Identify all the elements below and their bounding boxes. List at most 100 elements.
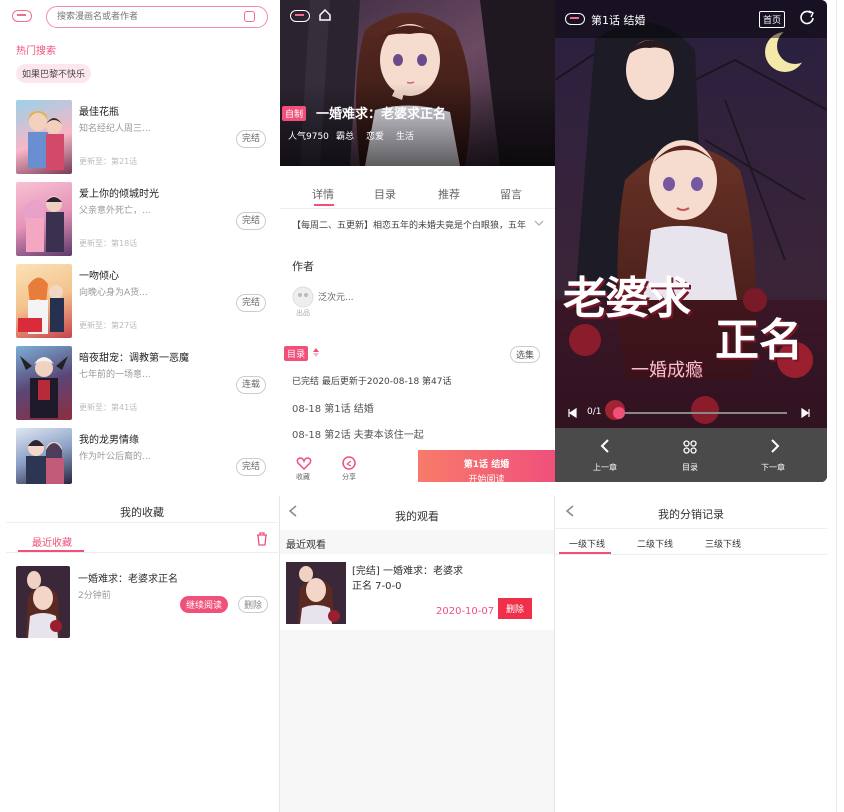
select-episode-button[interactable]: 选集 (510, 346, 541, 363)
reader-bottom-bar: 上一章 目录 下一章 (555, 428, 827, 482)
grid-icon[interactable] (683, 440, 697, 454)
author-avatar[interactable] (292, 286, 314, 308)
book-cover[interactable] (16, 566, 70, 638)
book-cover[interactable] (16, 428, 72, 484)
history-panel: 我的观看 最近观看 [完结] 一婚难求：老婆求正名 7-0-0 2020-10-… (280, 492, 554, 812)
tab-recent-favorites[interactable]: 最近收藏 (32, 534, 72, 549)
history-title[interactable]: [完结] 一婚难求：老婆求正名 7-0-0 (352, 564, 472, 594)
book-title[interactable]: 暗夜甜宠：调教第一恶魔 (79, 349, 189, 364)
original-badge: 自制 (282, 106, 307, 121)
list-item[interactable]: 爱上你的倾城时光 父亲意外死亡，... 更新至：第18话 完结 (16, 182, 272, 260)
home-icon[interactable] (318, 8, 332, 22)
favorite-title[interactable]: 一婚难求：老婆求正名 (78, 570, 178, 585)
chevron-right-icon[interactable] (769, 438, 781, 454)
genre-tag[interactable]: 霸总 (336, 129, 354, 142)
chevron-left-icon[interactable] (599, 438, 611, 454)
delete-button[interactable]: 删除 (498, 598, 533, 619)
heart-icon[interactable] (296, 456, 312, 470)
share-label[interactable]: 分享 (342, 472, 356, 482)
tab-indicator (314, 204, 334, 206)
tab-level-2[interactable]: 二级下线 (637, 537, 673, 550)
list-item[interactable]: 暗夜甜宠：调教第一恶魔 七年前的一场意... 更新至：第41话 连载 (16, 346, 272, 424)
tab-recommend[interactable]: 推荐 (438, 186, 460, 202)
book-cover[interactable] (16, 346, 72, 420)
book-updated: 更新至：第18话 (79, 239, 138, 248)
share-icon[interactable] (799, 10, 815, 26)
search-input[interactable] (57, 7, 237, 27)
book-desc: 七年前的一场意... (79, 370, 151, 380)
search-icon[interactable] (244, 11, 255, 22)
list-item[interactable]: [完结] 一婚难求：老婆求正名 7-0-0 2020-10-07 删除 (280, 554, 554, 630)
book-cover[interactable] (286, 562, 346, 624)
author-name[interactable]: 泛次元... (318, 290, 354, 303)
trash-icon[interactable] (256, 532, 268, 546)
back-icon[interactable] (290, 10, 310, 22)
chapter-title: 第1话 结婚 (591, 14, 646, 27)
book-title[interactable]: 一吻倾心 (79, 267, 119, 282)
continue-reading-button[interactable]: 继续阅读 (180, 596, 229, 613)
page-title: 我的收藏 (120, 506, 164, 519)
book-title[interactable]: 最佳花瓶 (79, 103, 119, 118)
author-heading: 作者 (292, 260, 314, 273)
book-desc: 知名经纪人周三... (79, 124, 151, 134)
skip-first-icon[interactable] (567, 408, 577, 418)
popularity: 人气9750 (288, 132, 329, 142)
sort-icon[interactable] (312, 347, 320, 357)
start-reading-chapter: 第1话 结婚 (463, 460, 510, 470)
book-status-badge[interactable]: 完结 (236, 212, 266, 230)
search-box[interactable] (46, 6, 268, 28)
tab-level-3[interactable]: 三级下线 (705, 537, 741, 550)
book-cover[interactable] (16, 182, 72, 256)
search-panel: 热门搜索 如果巴黎不快乐 最佳花瓶 知名经纪人周三... 更新至：第21话 完结… (0, 0, 280, 490)
chapter-item[interactable]: 08-18 第1话 结婚 (292, 400, 374, 415)
page-title: 我的观看 (395, 510, 439, 523)
book-title[interactable]: 爱上你的倾城时光 (79, 185, 159, 200)
book-cover[interactable] (16, 100, 72, 174)
chapter-item[interactable]: 08-18 第2话 夫妻本该住一起 (292, 426, 424, 441)
chevron-down-icon[interactable] (534, 218, 544, 228)
list-item[interactable]: 我的龙男情缘 作为叶公后裔的... 完结 (16, 428, 272, 484)
tab-detail[interactable]: 详情 (312, 186, 334, 202)
synopsis: 【每周二、五更新】相恋五年的未婚夫竟是个白眼狼，五年 (292, 221, 527, 231)
tab-level-1[interactable]: 一级下线 (569, 537, 605, 550)
back-icon[interactable] (12, 10, 32, 22)
favorite-time: 2分钟前 (78, 591, 111, 601)
book-updated: 更新至：第27话 (79, 321, 138, 330)
book-cover[interactable] (16, 264, 72, 338)
list-item[interactable]: 一吻倾心 向晚心身为A货... 更新至：第27话 完结 (16, 264, 272, 342)
start-reading-button[interactable]: 第1话 结婚 开始阅读 (418, 450, 555, 482)
tab-comments[interactable]: 留言 (500, 186, 522, 202)
progress-track[interactable] (617, 412, 787, 414)
hot-search-tag[interactable]: 如果巴黎不快乐 (16, 64, 92, 83)
prev-chapter-button[interactable]: 上一章 (593, 462, 617, 473)
comic-title: 一婚难求：老婆求正名 (316, 107, 447, 122)
page-title: 我的分销记录 (658, 508, 724, 521)
comic-art-subtitle: 一婚成瘾 (631, 360, 703, 381)
tab-catalog[interactable]: 目录 (374, 186, 396, 202)
skip-last-icon[interactable] (801, 408, 811, 418)
favorites-panel: 我的收藏 最近收藏 一婚难求：老婆求正名 2分钟前 继续阅读 删除 (6, 492, 278, 812)
detail-hero-image: 自制 一婚难求：老婆求正名 人气9750 霸总 恋爱 生活 (280, 0, 555, 166)
book-updated: 更新至：第21话 (79, 157, 138, 166)
distribution-panel: 我的分销记录 一级下线 二级下线 三级下线 (555, 492, 827, 812)
catalog-button[interactable]: 目录 (682, 462, 698, 473)
next-chapter-button[interactable]: 下一章 (761, 462, 785, 473)
book-status-badge[interactable]: 完结 (236, 294, 266, 312)
book-status-badge[interactable]: 完结 (236, 458, 266, 476)
share-icon[interactable] (342, 456, 356, 470)
comic-art-title: 老婆求 (563, 273, 691, 324)
book-desc: 作为叶公后裔的... (79, 452, 151, 462)
genre-tag[interactable]: 生活 (396, 129, 414, 142)
list-item[interactable]: 最佳花瓶 知名经纪人周三... 更新至：第21话 完结 (16, 100, 272, 178)
delete-button[interactable]: 删除 (238, 596, 269, 613)
favorite-label[interactable]: 收藏 (296, 472, 310, 482)
progress-handle[interactable] (613, 407, 625, 419)
book-status-badge[interactable]: 连载 (236, 376, 266, 394)
back-icon[interactable] (565, 13, 585, 25)
home-button[interactable]: 首页 (759, 11, 786, 28)
reader-top-bar: 第1话 结婚 首页 (555, 0, 827, 38)
genre-tag[interactable]: 恋爱 (366, 129, 384, 142)
author-role: 出品 (296, 309, 310, 317)
book-title[interactable]: 我的龙男情缘 (79, 431, 139, 446)
book-status-badge[interactable]: 完结 (236, 130, 266, 148)
